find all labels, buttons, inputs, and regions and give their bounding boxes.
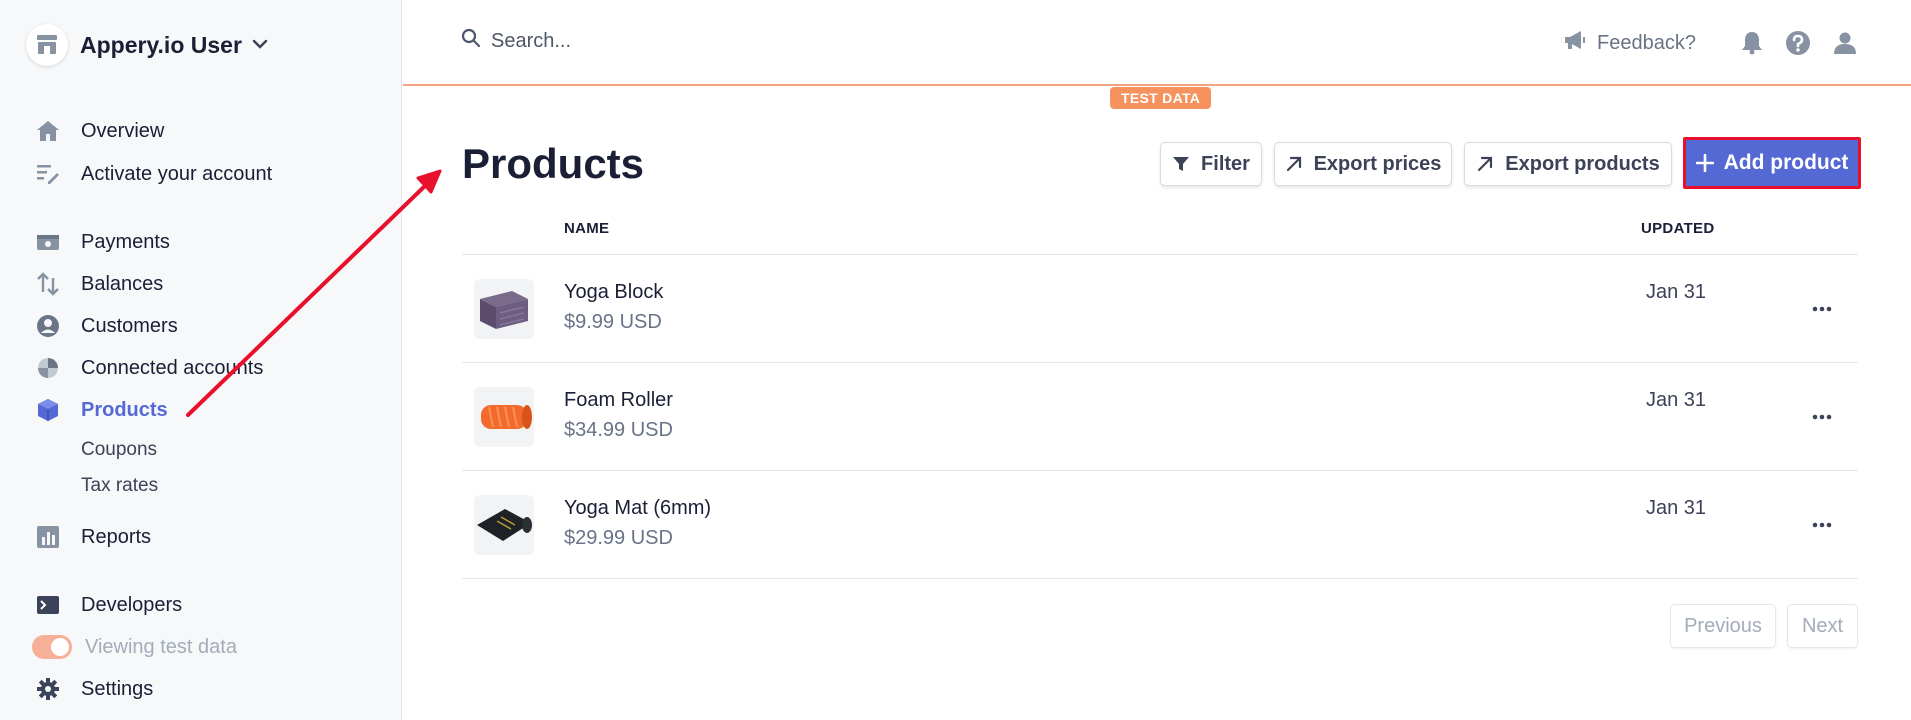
payments-icon: [34, 228, 62, 256]
account-switcher[interactable]: Appery.io User: [26, 24, 268, 66]
sidebar-item-label: Reports: [81, 525, 152, 548]
sidebar-item-label: Payments: [81, 230, 170, 253]
foam-roller-icon: [474, 387, 534, 447]
product-box-icon: [34, 396, 62, 424]
search-icon: [461, 28, 481, 54]
table-row[interactable]: Yoga Mat (6mm) $29.99 USD Jan 31: [462, 471, 1858, 579]
sidebar-item-label: Products: [81, 398, 168, 421]
account-name: Appery.io User: [80, 31, 242, 58]
sidebar-item-overview[interactable]: Overview: [34, 113, 164, 149]
product-name[interactable]: Yoga Mat (6mm): [564, 497, 711, 520]
more-options-icon[interactable]: [1806, 405, 1838, 429]
sidebar-item-label: Connected accounts: [81, 356, 264, 379]
sidebar-item-label: Settings: [81, 677, 154, 700]
table-row[interactable]: Yoga Block $9.99 USD Jan 31: [462, 255, 1858, 363]
chevron-down-icon: [252, 36, 268, 54]
column-header-updated[interactable]: UPDATED: [1641, 220, 1715, 237]
export-prices-button[interactable]: Export prices: [1274, 142, 1452, 186]
product-price: $29.99 USD: [564, 527, 673, 549]
sidebar-item-label: Balances: [81, 272, 164, 295]
user-profile-icon[interactable]: [1831, 29, 1859, 57]
previous-page-button[interactable]: Previous: [1670, 604, 1776, 648]
column-header-name[interactable]: NAME: [564, 220, 609, 237]
sidebar-item-label: Developers: [81, 593, 183, 616]
bell-icon[interactable]: [1738, 29, 1766, 57]
arrow-up-right-icon: [1285, 155, 1303, 173]
edit-list-icon: [34, 160, 62, 188]
terminal-icon: [34, 591, 62, 619]
sidebar-item-label: Activate your account: [81, 162, 273, 185]
sidebar-item-label: Overview: [81, 119, 165, 142]
home-icon: [34, 117, 62, 145]
product-name[interactable]: Yoga Block: [564, 281, 663, 304]
export-products-label: Export products: [1505, 152, 1660, 175]
sidebar-item-developers[interactable]: Developers: [34, 587, 182, 623]
yoga-block-icon: [474, 279, 534, 339]
connected-accounts-icon: [34, 354, 62, 382]
sidebar-item-test-data-toggle[interactable]: Viewing test data: [32, 629, 237, 665]
test-data-toggle-switch[interactable]: [32, 635, 72, 659]
sidebar: Appery.io User Overview Activate your ac…: [0, 0, 402, 720]
balances-arrows-icon: [34, 270, 62, 298]
sidebar-item-reports[interactable]: Reports: [34, 519, 151, 555]
table-row[interactable]: Foam Roller $34.99 USD Jan 31: [462, 363, 1858, 471]
next-page-button[interactable]: Next: [1787, 604, 1858, 648]
product-updated-date: Jan 31: [1646, 389, 1707, 411]
reports-icon: [34, 523, 62, 551]
yoga-mat-icon: [474, 495, 534, 555]
search-bar[interactable]: [461, 28, 891, 54]
filter-icon: [1172, 155, 1190, 173]
sidebar-item-products[interactable]: Products: [34, 392, 168, 428]
sidebar-item-activate-account[interactable]: Activate your account: [34, 156, 272, 192]
help-icon[interactable]: [1784, 29, 1812, 57]
sidebar-subitem-tax-rates[interactable]: Tax rates: [81, 471, 158, 501]
search-input[interactable]: [491, 29, 891, 53]
add-product-button[interactable]: Add product: [1683, 137, 1861, 189]
plus-icon: [1695, 154, 1714, 172]
test-data-badge: TEST DATA: [1110, 87, 1212, 109]
sidebar-item-connected-accounts[interactable]: Connected accounts: [34, 350, 263, 386]
more-options-icon[interactable]: [1806, 513, 1838, 537]
product-updated-date: Jan 31: [1646, 281, 1707, 303]
megaphone-icon: [1563, 30, 1587, 56]
sidebar-subitem-coupons[interactable]: Coupons: [81, 435, 157, 465]
sidebar-item-customers[interactable]: Customers: [34, 308, 178, 344]
product-price: $34.99 USD: [564, 419, 673, 441]
export-prices-label: Export prices: [1313, 152, 1442, 175]
add-product-label: Add product: [1723, 151, 1849, 174]
sidebar-item-settings[interactable]: Settings: [34, 671, 153, 707]
sidebar-item-label: Customers: [81, 314, 178, 337]
customer-avatar-icon: [34, 312, 62, 340]
feedback-button[interactable]: Feedback?: [1563, 30, 1696, 56]
arrow-up-right-icon: [1476, 155, 1494, 173]
page-title: Products: [462, 140, 645, 187]
product-name[interactable]: Foam Roller: [564, 389, 673, 412]
feedback-label: Feedback?: [1597, 31, 1696, 54]
sidebar-item-label: Viewing test data: [85, 635, 237, 658]
product-price: $9.99 USD: [564, 311, 662, 333]
store-icon: [26, 24, 68, 66]
product-updated-date: Jan 31: [1646, 497, 1707, 519]
export-products-button[interactable]: Export products: [1464, 142, 1672, 186]
filter-label: Filter: [1201, 152, 1250, 175]
more-options-icon[interactable]: [1806, 297, 1838, 321]
sidebar-item-payments[interactable]: Payments: [34, 224, 170, 260]
top-header: Feedback?: [403, 0, 1911, 86]
filter-button[interactable]: Filter: [1160, 142, 1262, 186]
sidebar-item-balances[interactable]: Balances: [34, 266, 163, 302]
gear-icon: [34, 675, 62, 703]
